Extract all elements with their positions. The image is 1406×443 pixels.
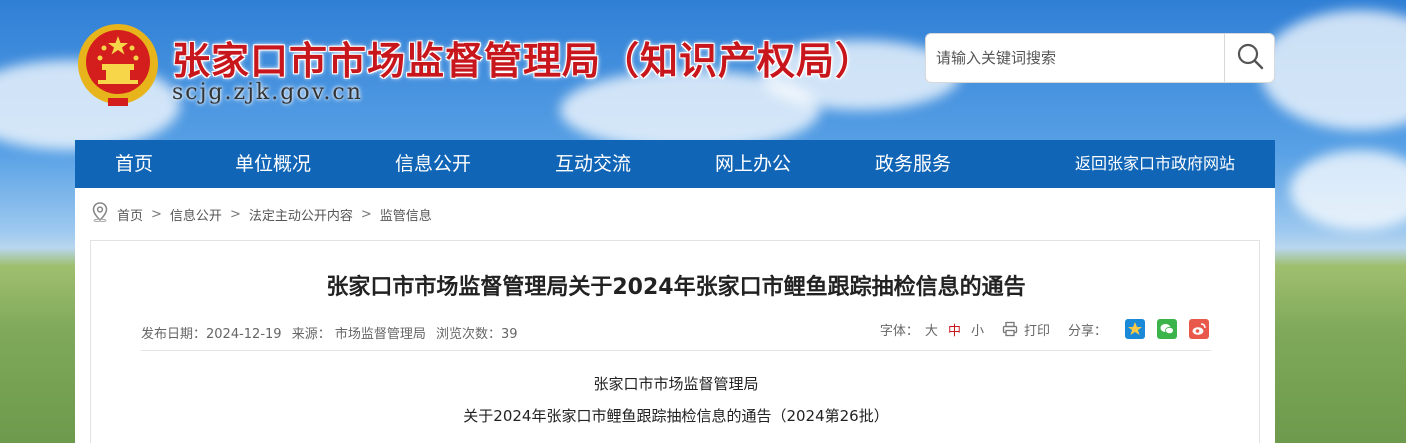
weibo-share-icon[interactable] (1189, 319, 1209, 339)
publish-date: 发布日期：2024-12-19 (141, 327, 282, 342)
nav-item-overview[interactable]: 单位概况 (235, 140, 311, 188)
breadcrumb-separator: > (229, 206, 241, 222)
breadcrumb-home[interactable]: 首页 (117, 205, 143, 224)
font-large-button[interactable]: 大 (925, 320, 938, 339)
article-title: 张家口市市场监督管理局关于2024年张家口市鲤鱼跟踪抽检信息的通告 (326, 275, 1026, 300)
search-icon (1235, 41, 1265, 75)
nav-item-online-office[interactable]: 网上办公 (715, 140, 791, 188)
search-button[interactable] (1224, 34, 1274, 82)
location-pin-icon (91, 202, 109, 226)
breadcrumb-info-disclosure[interactable]: 信息公开 (170, 205, 222, 224)
share-label: 分享： (1067, 323, 1107, 339)
qzone-share-icon[interactable] (1125, 319, 1145, 339)
article-tools: 字体： 大 中 小 打印 分享： (880, 319, 1209, 339)
cloud-decoration (1290, 150, 1406, 230)
breadcrumb-separator: > (360, 206, 372, 222)
breadcrumb: 首页 > 信息公开 > 法定主动公开内容 > 监管信息 (91, 202, 432, 226)
article-meta: 发布日期：2024-12-19 来源： 市场监督管理局 浏览次数：39 (141, 323, 524, 342)
breadcrumb-supervision-info[interactable]: 监管信息 (380, 205, 432, 224)
nav-item-info-disclosure[interactable]: 信息公开 (395, 140, 471, 188)
breadcrumb-separator: > (151, 206, 162, 222)
article-source: 来源： 市场监督管理局 (291, 327, 426, 342)
meta-divider (141, 350, 1211, 351)
body-paragraph: 张家口市市场监督管理局 (593, 375, 759, 393)
body-paragraph: 关于2024年张家口市鲤鱼跟踪抽检信息的通告（2024第26批） (463, 407, 889, 425)
breadcrumb-statutory-content[interactable]: 法定主动公开内容 (249, 205, 353, 224)
nav-item-home[interactable]: 首页 (115, 140, 153, 188)
emblem-icon (76, 22, 160, 110)
print-button[interactable]: 打印 (1002, 320, 1050, 339)
site-domain: scjg.zjk.gov.cn (172, 80, 363, 105)
content-panel: 首页 > 信息公开 > 法定主动公开内容 > 监管信息 张家口市市场监督管理局关… (75, 188, 1275, 443)
font-small-button[interactable]: 小 (971, 320, 984, 339)
view-count: 浏览次数：39 (435, 327, 518, 342)
print-icon (1002, 321, 1018, 337)
nav-back-to-city-gov[interactable]: 返回张家口市政府网站 (1075, 140, 1235, 188)
print-label: 打印 (1023, 323, 1050, 339)
search-input[interactable] (926, 34, 1226, 82)
search-box (925, 33, 1275, 83)
wechat-share-icon[interactable] (1157, 319, 1177, 339)
font-size-label: 字体： (879, 323, 919, 339)
article: 张家口市市场监督管理局关于2024年张家口市鲤鱼跟踪抽检信息的通告 发布日期：2… (90, 240, 1260, 443)
main-nav: 首页 单位概况 信息公开 互动交流 网上办公 政务服务 返回张家口市政府网站 (75, 140, 1275, 188)
site-title: 张家口市市场监督管理局（知识产权局） (172, 38, 875, 83)
nav-item-interaction[interactable]: 互动交流 (555, 140, 631, 188)
font-medium-button[interactable]: 中 (948, 320, 961, 339)
site-header: 张家口市市场监督管理局（知识产权局） scjg.zjk.gov.cn (0, 0, 1406, 140)
nav-item-gov-services[interactable]: 政务服务 (875, 140, 951, 188)
